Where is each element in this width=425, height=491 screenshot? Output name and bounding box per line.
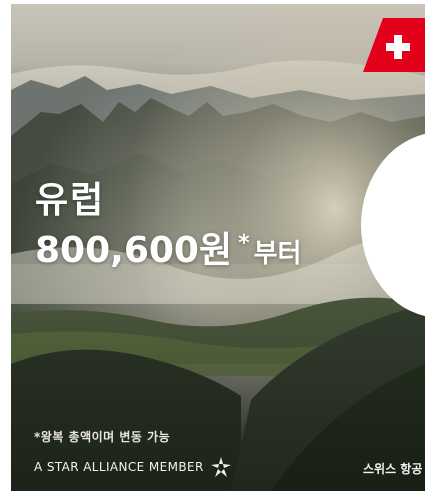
price-value: 800,600원 xyxy=(35,230,233,271)
alliance-text: A STAR ALLIANCE MEMBER xyxy=(34,460,204,474)
star-alliance-badge: A STAR ALLIANCE MEMBER xyxy=(34,456,232,478)
star-alliance-icon xyxy=(210,457,231,477)
price-asterisk: * xyxy=(238,231,250,256)
brand-name: 스위스 항공 xyxy=(363,462,423,476)
airline-ad-banner[interactable]: 유럽 800,600원 * 부터 *왕복 총액이며 변동 가능 A STAR ALL… xyxy=(11,4,425,491)
headline: 유럽 800,600원 * 부터 xyxy=(35,180,301,276)
destination-region: 유럽 xyxy=(35,180,106,221)
swiss-flag-icon xyxy=(363,18,425,72)
price-suffix: 부터 xyxy=(253,239,302,269)
price-line: 800,600원 * 부터 xyxy=(35,222,301,276)
price-disclaimer: *왕복 총액이며 변동 가능 xyxy=(34,430,171,444)
